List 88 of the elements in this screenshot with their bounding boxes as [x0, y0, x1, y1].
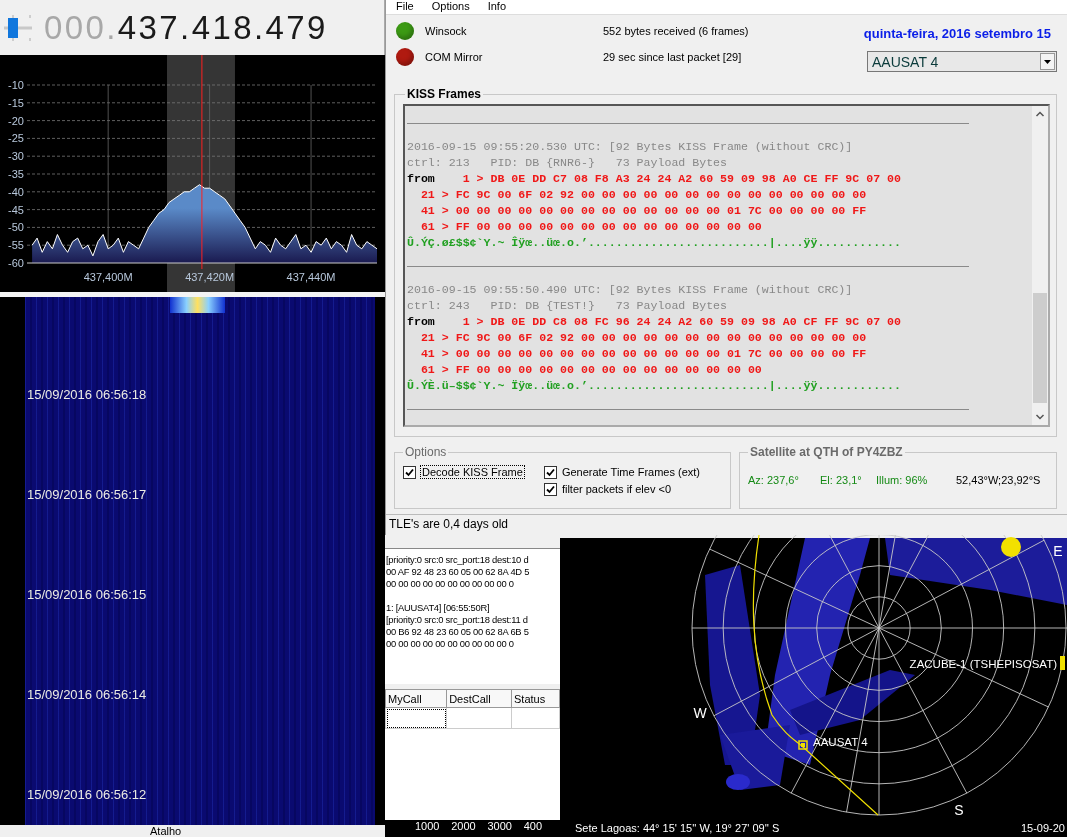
checkbox-label: Generate Time Frames (ext) — [561, 466, 701, 478]
log-line: 1: [AUUSAT4] [06:55:50R] — [386, 602, 490, 613]
axis-tick-label: -30 — [8, 150, 24, 163]
column-header[interactable]: Status — [511, 689, 560, 708]
date-text: 15-09-20 — [1020, 822, 1065, 834]
hex-dump-line: from 1 > DB 0E DD C8 08 FC 96 24 24 A2 60 59 09 98 A0 CF FF 9C 07 00 — [407, 314, 902, 330]
compass-label: S — [954, 802, 964, 818]
table-cell[interactable] — [446, 707, 512, 729]
checkbox-label: filter packets if elev <0 — [561, 483, 671, 495]
timestamp-label: 15/09/2016 06:56:18 — [27, 387, 147, 403]
timestamp-label: 15/09/2016 06:56:15 — [27, 587, 147, 603]
sun-icon — [1001, 537, 1021, 557]
axis-tick-label: -45 — [8, 203, 24, 216]
axis-tick-label: 1000 — [415, 820, 441, 834]
menu-item[interactable]: Info — [487, 0, 506, 14]
axis-tick-label: -40 — [8, 185, 24, 198]
checkbox[interactable] — [543, 465, 557, 479]
ascii-dump-line: Û.ÝÇ.ø£$$¢`Y.~ Îÿœ..üœ.o.’..........................|....ÿÿ............ — [407, 235, 902, 251]
timestamp-label: 15/09/2016 06:56:17 — [27, 487, 147, 503]
connection-label: COM Mirror — [425, 51, 484, 63]
azimuth-value: Az: 237,6° — [748, 473, 800, 486]
hex-dump-line: 61 > FF 00 00 00 00 00 00 00 00 00 00 00 00 00 00 — [419, 362, 763, 378]
satellite-label: ZACUBE-1 (TSHEPISOSAT) — [909, 658, 1057, 670]
axis-tick-label: 437,440M — [286, 271, 336, 283]
axis-tick-label: -55 — [8, 239, 24, 252]
scrollbar[interactable] — [1032, 106, 1048, 425]
axis-tick-label: -15 — [8, 96, 24, 109]
checkbox-label: Decode KISS Frame — [421, 466, 524, 478]
axis-tick-label: 3000 — [487, 820, 513, 834]
hex-dump-line: 61 > FF 00 00 00 00 00 00 00 00 00 00 00 00 00 00 — [419, 219, 763, 235]
connection-status: 29 sec since last packet [29] — [603, 51, 742, 63]
axis-tick-label: -35 — [8, 168, 24, 180]
menu-item[interactable]: Options — [431, 0, 470, 14]
checkbox[interactable] — [543, 482, 557, 496]
axis-tick-label: 400 — [523, 820, 544, 834]
illumination-value: Illum: 96% — [876, 473, 929, 486]
timestamp-label: 15/09/2016 06:56:12 — [27, 787, 147, 803]
compass-label: E — [1053, 543, 1063, 559]
frame-header-text: 2016-09-15 09:55:50.490 UTC: [92 Bytes KISS Frame (without CRC)] — [407, 282, 854, 298]
log-line: 00 B6 92 48 23 60 05 00 62 8A 6B 5 — [386, 626, 529, 637]
position-value: 52,43°W;23,92°S — [956, 473, 1041, 486]
axis-tick-label: -20 — [8, 114, 24, 127]
log-line: [priority:0 src:0 src_port:18 dest:11 d — [386, 614, 528, 625]
hex-dump-line: 21 > FC 9C 00 6F 02 92 00 00 00 00 00 00 00 00 00 00 00 00 00 00 — [419, 330, 868, 346]
satellite-dropdown[interactable]: AAUSAT 4 — [867, 51, 1057, 72]
hex-dump-line: 21 > FC 9C 00 6F 02 92 00 00 00 00 00 00 00 00 00 00 00 00 00 00 — [419, 187, 868, 203]
axis-tick-label: 437,420M — [185, 271, 235, 283]
log-line: [priority:0 src:0 src_port:18 dest:10 d — [386, 554, 529, 565]
toolbar-label: Atalho — [150, 825, 182, 837]
hex-dump-line: 41 > 00 00 00 00 00 00 00 00 00 00 00 00 00 01 7C 00 00 00 00 FF — [419, 346, 868, 362]
dropdown-caret-icon — [1044, 59, 1051, 64]
connection-label: Winsock — [425, 25, 468, 37]
log-line: 00 00 00 00 00 00 00 00 00 00 0 — [386, 638, 514, 649]
elevation-value: El: 23,1° — [820, 473, 863, 486]
table-cell[interactable] — [511, 707, 560, 729]
ascii-dump-line: Û.ÝÈ.ü–$$¢`Y.~ Ïÿœ..üœ.o.’..........................|....ÿÿ............ — [407, 378, 902, 394]
panel-title: KISS Frames — [406, 87, 483, 101]
hex-dump-line: from 1 > DB 0E DD C7 08 F8 A3 24 24 A2 60 59 09 98 A0 CE FF 9C 07 00 — [407, 171, 902, 187]
panel-title: Options — [404, 445, 448, 459]
axis-tick-label: -25 — [8, 132, 24, 145]
column-header[interactable]: MyCall — [385, 689, 447, 708]
date-label: quinta-feira, 2016 setembro 15 — [863, 26, 1052, 41]
status-text: TLE's are 0,4 days old — [389, 517, 509, 531]
compass-label: W — [693, 705, 707, 721]
panel-title: Satellite at QTH of PY4ZBZ — [749, 445, 904, 459]
connection-status: 552 bytes received (6 frames) — [603, 25, 749, 37]
frame-info-text: ctrl: 243 PID: DB {TEST!} 73 Payload Bytes — [407, 298, 729, 314]
log-line: 00 AF 92 48 23 60 05 00 62 8A 4D 5 — [386, 566, 530, 577]
axis-tick-label: -50 — [8, 221, 24, 234]
axis-tick-label: 437,400M — [83, 271, 133, 283]
checkbox[interactable] — [403, 465, 416, 479]
frequency-display: 000.437.418.479 — [44, 9, 328, 46]
frame-header-text: 2016-09-15 09:55:20.530 UTC: [92 Bytes KISS Frame (without CRC)] — [407, 139, 854, 155]
log-line: 00 00 00 00 00 00 00 00 00 00 0 — [386, 578, 514, 589]
timestamp-label: 15/09/2016 06:56:14 — [27, 687, 147, 703]
frame-info-text: ctrl: 213 PID: DB {RNR6-} 73 Payload Bytes — [407, 155, 729, 171]
column-header[interactable]: DestCall — [446, 689, 512, 708]
axis-tick-label: 2000 — [451, 820, 477, 834]
hex-dump-line: 41 > 00 00 00 00 00 00 00 00 00 00 00 00 00 01 7C 00 00 00 00 FF — [419, 203, 868, 219]
signal-trace-drawing — [170, 297, 225, 313]
slider-icon[interactable] — [4, 14, 32, 41]
menu-item[interactable]: File — [396, 0, 414, 14]
satellite-marker-icon — [1060, 656, 1065, 670]
satellite-marker-icon — [798, 740, 808, 750]
location-text: Sete Lagoas: 44° 15' 15'' W, 19° 27' 09'' S — [575, 822, 780, 834]
axis-tick-label: -60 — [8, 257, 24, 269]
table-cell[interactable] — [385, 707, 447, 729]
axis-tick-label: -10 — [8, 79, 24, 91]
